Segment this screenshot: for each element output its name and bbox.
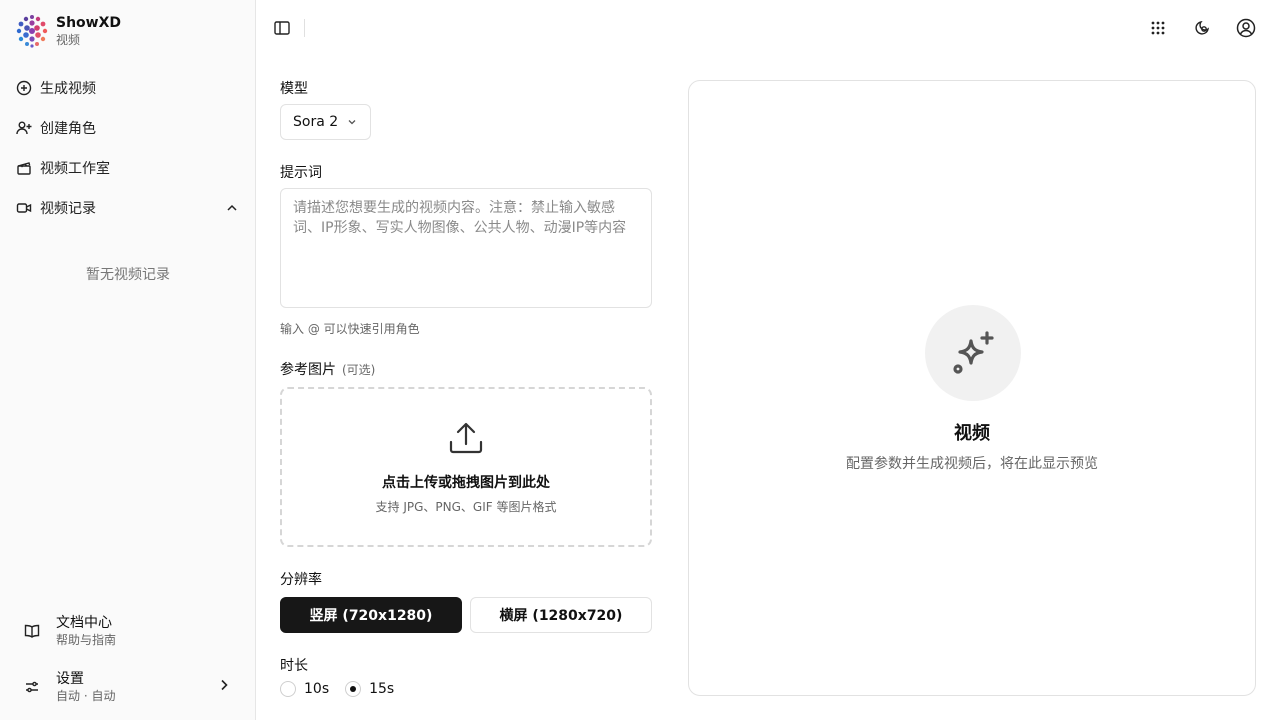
sidebar-toggle-button[interactable] xyxy=(272,18,292,38)
brand-name: ShowXD xyxy=(56,15,122,31)
sidebar-footer: 文档中心 帮助与指南 设置 自动 · 自动 xyxy=(8,607,248,711)
apps-grid-button[interactable] xyxy=(1146,16,1170,40)
docs-center-link[interactable]: 文档中心 帮助与指南 xyxy=(8,607,248,655)
user-account-button[interactable] xyxy=(1234,16,1258,40)
duration-radio-10s[interactable]: 10s xyxy=(280,681,329,697)
radio-circle-selected xyxy=(345,681,362,697)
brand[interactable]: ShowXD 视频 xyxy=(16,14,121,48)
settings-item[interactable]: 设置 自动 · 自动 xyxy=(8,663,248,711)
optional-tag: (可选) xyxy=(342,363,376,377)
model-label: 模型 xyxy=(280,81,308,97)
upload-icon xyxy=(449,422,483,453)
duration-label: 时长 xyxy=(280,658,308,674)
moon-sun-icon xyxy=(1195,20,1210,35)
sidebar: ShowXD 视频 生成视频 创建角色 视频工作室 视频记录 暂无视频记录 文档… xyxy=(0,0,256,720)
video-camera-icon xyxy=(16,200,32,216)
chevron-up-icon[interactable] xyxy=(224,200,240,216)
settings-title: 设置 xyxy=(56,671,84,687)
reference-image-label: 参考图片 (可选) xyxy=(280,359,652,379)
chevron-down-icon xyxy=(348,120,356,125)
panel-left-icon xyxy=(274,21,290,35)
duration-radio-15s[interactable]: 15s xyxy=(345,681,394,697)
logo-icon xyxy=(16,15,48,48)
app: ShowXD 视频 生成视频 创建角色 视频工作室 视频记录 暂无视频记录 文档… xyxy=(0,0,1280,720)
resolution-label: 分辨率 xyxy=(280,572,322,588)
preview-subtitle: 配置参数并生成视频后，将在此显示预览 xyxy=(846,456,1098,472)
sparkles-icon xyxy=(953,331,994,374)
resolution-options: 竖屏 (720x1280) 横屏 (1280x720) xyxy=(280,597,652,633)
plus-circle-icon xyxy=(16,80,32,96)
book-open-icon xyxy=(24,623,40,639)
video-preview-panel: 视频 配置参数并生成视频后，将在此显示预览 xyxy=(688,80,1256,696)
sidebar-item-video-records[interactable]: 视频记录 xyxy=(8,188,248,228)
clapperboard-icon xyxy=(16,160,32,176)
upload-title: 点击上传或拖拽图片到此处 xyxy=(382,474,550,491)
top-toolbar xyxy=(1146,16,1258,40)
empty-records-text: 暂无视频记录 xyxy=(86,267,170,283)
sliders-icon xyxy=(24,679,40,695)
sidebar-item-generate-video[interactable]: 生成视频 xyxy=(8,68,248,108)
sidebar-item-label: 创建角色 xyxy=(40,121,96,137)
grid-icon xyxy=(1151,21,1165,35)
reference-image-label-text: 参考图片 xyxy=(280,362,336,378)
prompt-hint: 输入 @ 可以快速引用角色 xyxy=(280,322,420,336)
preview-placeholder xyxy=(925,305,1021,401)
prompt-textarea[interactable] xyxy=(280,188,652,308)
preview-title: 视频 xyxy=(954,423,990,444)
sidebar-item-label: 生成视频 xyxy=(40,81,96,97)
user-circle-icon xyxy=(1236,18,1256,38)
upload-subtitle: 支持 JPG、PNG、GIF 等图片格式 xyxy=(375,499,557,514)
chevron-right-icon xyxy=(216,677,232,697)
model-select[interactable]: Sora 2 xyxy=(280,104,372,140)
duration-option-label: 10s xyxy=(304,681,330,697)
docs-title: 文档中心 xyxy=(56,615,112,631)
resolution-landscape-button[interactable]: 横屏 (1280x720) xyxy=(470,597,652,633)
toolbar-divider xyxy=(304,19,305,37)
duration-options: 10s 15s xyxy=(280,681,652,697)
sidebar-item-create-character[interactable]: 创建角色 xyxy=(8,108,248,148)
radio-circle xyxy=(280,681,296,697)
prompt-label: 提示词 xyxy=(280,165,322,181)
user-plus-icon xyxy=(16,120,32,136)
theme-toggle-button[interactable] xyxy=(1190,16,1214,40)
docs-subtitle: 帮助与指南 xyxy=(56,633,117,647)
image-upload-dropzone[interactable]: 点击上传或拖拽图片到此处 支持 JPG、PNG、GIF 等图片格式 xyxy=(280,387,652,547)
sidebar-item-label: 视频工作室 xyxy=(40,161,110,177)
settings-subtitle: 自动 · 自动 xyxy=(56,689,116,703)
resolution-portrait-button[interactable]: 竖屏 (720x1280) xyxy=(280,597,462,633)
duration-option-label: 15s xyxy=(369,681,395,697)
sidebar-item-label: 视频记录 xyxy=(40,201,96,217)
brand-subtitle: 视频 xyxy=(56,33,81,47)
video-config-form: 模型 Sora 2 提示词 输入 @ 可以快速引用角色 参考图片 (可选) 点击上… xyxy=(280,78,652,697)
sidebar-item-video-studio[interactable]: 视频工作室 xyxy=(8,148,248,188)
model-select-value: Sora 2 xyxy=(293,114,339,130)
sidebar-nav: 生成视频 创建角色 视频工作室 视频记录 xyxy=(8,68,248,228)
